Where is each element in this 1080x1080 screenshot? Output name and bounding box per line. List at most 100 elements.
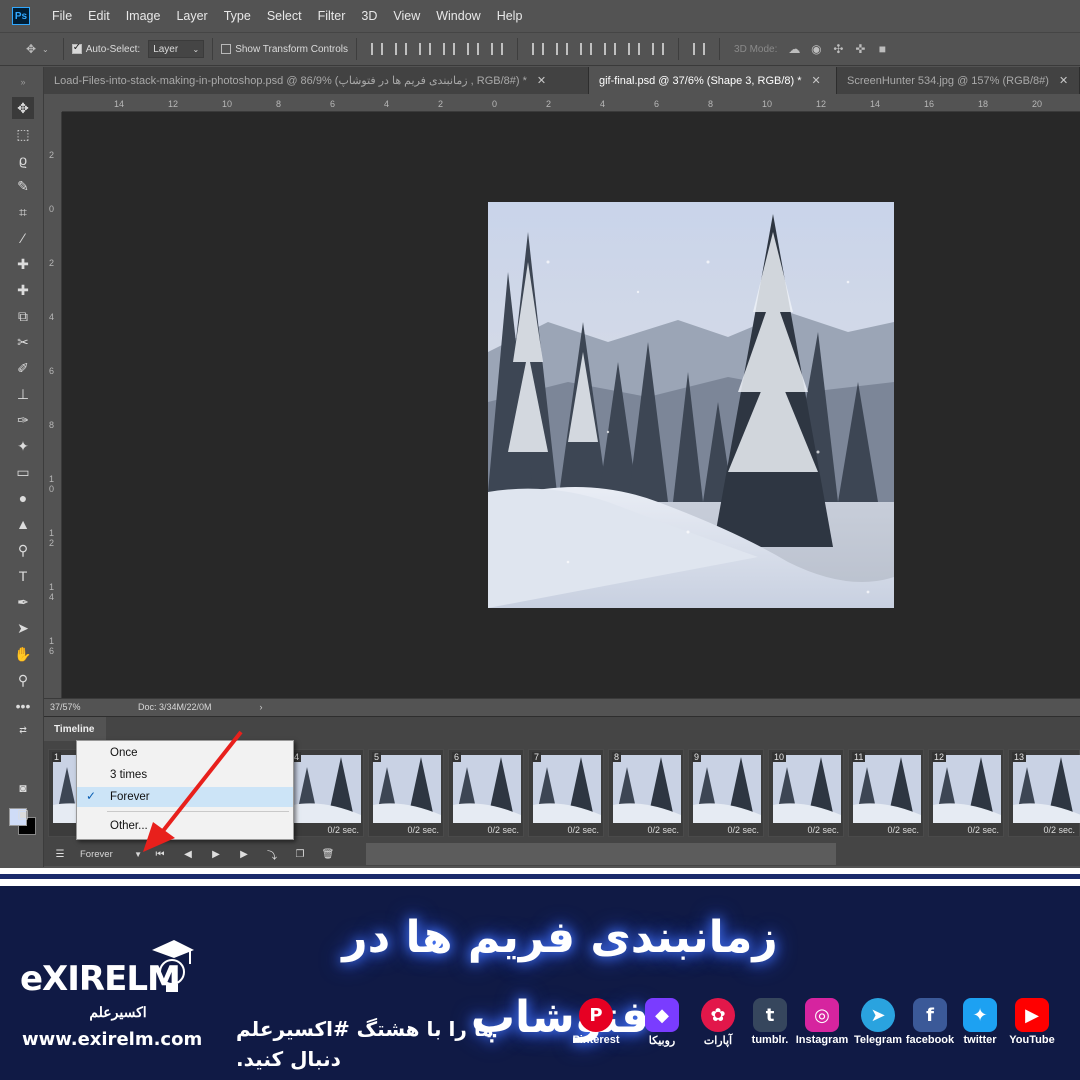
timeline-frame-6[interactable]: 6 0/2 sec. (448, 749, 524, 837)
timeline-tab[interactable]: Timeline (44, 717, 106, 741)
close-icon[interactable]: ✕ (812, 74, 821, 87)
3d-scale-icon[interactable]: ■ (871, 38, 893, 60)
hand-tool-icon[interactable]: ✋ (12, 643, 34, 665)
crop-tool-icon[interactable]: ⌗ (12, 201, 34, 223)
frame-delay[interactable]: 0/2 sec. (769, 825, 843, 835)
distribute-top-icon[interactable] (532, 43, 545, 55)
timeline-frame-12[interactable]: 12 0/2 sec. (928, 749, 1004, 837)
marquee-tool-icon[interactable]: ⬚ (12, 123, 34, 145)
show-transform-checkbox[interactable] (221, 44, 232, 54)
timeline-frame-8[interactable]: 8 0/2 sec. (608, 749, 684, 837)
type-tool-icon[interactable]: T (12, 565, 34, 587)
dodge-tool-icon[interactable]: ⚲ (12, 539, 34, 561)
social-instagram[interactable]: ◎ Instagram (792, 998, 852, 1046)
website-url[interactable]: www.exirelm.com (22, 1028, 202, 1052)
social-telegram[interactable]: ➤ Telegram (848, 998, 908, 1046)
menu-image[interactable]: Image (118, 9, 169, 23)
frame-delay[interactable]: 0/2 sec. (849, 825, 923, 835)
tab-load-files[interactable]: Load-Files-into-stack-making-in-photosho… (44, 67, 589, 94)
sharpen-tool-icon[interactable]: ▲ (12, 513, 34, 535)
menu-type[interactable]: Type (216, 9, 259, 23)
frame-delay[interactable]: 0/2 sec. (689, 825, 763, 835)
pen-tool-icon[interactable]: ✒ (12, 591, 34, 613)
frame-delay[interactable]: 0/2 sec. (449, 825, 523, 835)
quick-mask-icon[interactable]: ◙ (12, 777, 34, 799)
gradient-tool-icon[interactable]: ▭ (12, 461, 34, 483)
close-icon[interactable]: ✕ (1059, 74, 1068, 87)
quick-select-tool-icon[interactable]: ✎ (12, 175, 34, 197)
path-selection-tool-icon[interactable]: ➤ (12, 617, 34, 639)
status-menu-arrow[interactable]: › (260, 702, 263, 712)
timeline-frame-11[interactable]: 11 0/2 sec. (848, 749, 924, 837)
3d-roll-icon[interactable]: ◉ (805, 38, 827, 60)
align-vertical-center-icon[interactable] (395, 43, 408, 55)
timeline-scrollbar[interactable] (366, 843, 836, 865)
menu-select[interactable]: Select (259, 9, 310, 23)
frame-delay[interactable]: 0/2 sec. (369, 825, 443, 835)
lasso-tool-icon[interactable]: ϱ (12, 149, 34, 171)
swap-colors-icon[interactable]: ⇄ (12, 719, 34, 741)
timeline-frame-13[interactable]: 13 0/2 sec. (1008, 749, 1080, 837)
more-tools-icon[interactable]: ••• (12, 695, 34, 717)
close-icon[interactable]: ✕ (537, 74, 546, 87)
3d-orbit-icon[interactable]: ☁ (783, 38, 805, 60)
social-aparat[interactable]: ✿ آپارات (688, 998, 748, 1047)
zoom-level[interactable]: 37/57% (44, 702, 88, 712)
tween-icon[interactable]: ⤵ (258, 847, 286, 862)
frame-delay[interactable]: 0/2 sec. (929, 825, 1003, 835)
timeline-frame-9[interactable]: 9 0/2 sec. (688, 749, 764, 837)
eraser-tool-icon[interactable]: ✦ (12, 435, 34, 457)
frame-delay[interactable]: 0/2 sec. (529, 825, 603, 835)
auto-select-dropdown[interactable]: Layer ⌄ (148, 40, 205, 58)
screen-mode-icon[interactable]: ▣ (12, 803, 34, 825)
menu-filter[interactable]: Filter (310, 9, 354, 23)
eyedropper-tool-icon[interactable]: ⁄ (12, 227, 34, 249)
align-right-icon[interactable] (491, 43, 504, 55)
tab-gif-final[interactable]: gif-final.psd @ 37/6% (Shape 3, RGB/8) *… (589, 67, 837, 94)
menu-window[interactable]: Window (428, 9, 488, 23)
chevron-down-icon[interactable]: ⌄ (42, 45, 49, 54)
timeline-frame-5[interactable]: 5 0/2 sec. (368, 749, 444, 837)
frame-delay[interactable]: 0/2 sec. (1009, 825, 1079, 835)
convert-to-video-timeline-icon[interactable]: ☰ (50, 849, 70, 860)
canvas-image-snowy-forest[interactable] (488, 202, 894, 608)
frame-delay[interactable]: 0/2 sec. (289, 825, 363, 835)
distribute-right-icon[interactable] (652, 43, 665, 55)
align-bottom-icon[interactable] (419, 43, 432, 55)
tab-screenhunter[interactable]: ScreenHunter 534.jpg @ 157% (RGB/8#) ✕ (837, 67, 1080, 94)
timeline-frame-7[interactable]: 7 0/2 sec. (528, 749, 604, 837)
red-eye-tool-icon[interactable]: ✂ (12, 331, 34, 353)
distribute-left-icon[interactable] (604, 43, 617, 55)
social-pinterest[interactable]: P Pinterest (566, 998, 626, 1046)
distribute-center-icon[interactable] (556, 43, 569, 55)
distribute-bottom-icon[interactable] (580, 43, 593, 55)
timeline-frame-10[interactable]: 10 0/2 sec. (768, 749, 844, 837)
patch-tool-icon[interactable]: ✚ (12, 279, 34, 301)
blur-tool-icon[interactable]: ● (12, 487, 34, 509)
collapse-icon[interactable]: » (12, 71, 34, 93)
3d-slide-icon[interactable]: ✜ (849, 38, 871, 60)
social-youtube[interactable]: ▶ YouTube (1002, 998, 1062, 1046)
frame-delay[interactable]: 0/2 sec. (609, 825, 683, 835)
menu-layer[interactable]: Layer (168, 9, 215, 23)
duplicate-frame-icon[interactable]: ❐ (286, 849, 314, 860)
spot-healing-tool-icon[interactable]: ✚ (12, 253, 34, 275)
3d-pan-icon[interactable]: ✣ (827, 38, 849, 60)
zoom-tool-icon[interactable]: ⚲ (12, 669, 34, 691)
align-top-icon[interactable] (371, 43, 384, 55)
move-tool-preset-icon[interactable]: ✥ (20, 38, 42, 60)
distribute-hcenter-icon[interactable] (628, 43, 641, 55)
menu-edit[interactable]: Edit (80, 9, 118, 23)
history-brush-tool-icon[interactable]: ✑ (12, 409, 34, 431)
menu-file[interactable]: File (44, 9, 80, 23)
clone-stamp-tool-icon[interactable]: ⊥ (12, 383, 34, 405)
auto-align-icon[interactable] (693, 43, 706, 55)
social-rubika[interactable]: ◆ روبیکا (632, 998, 692, 1047)
menu-help[interactable]: Help (489, 9, 531, 23)
align-left-icon[interactable] (443, 43, 456, 55)
content-aware-move-tool-icon[interactable]: ⧉ (12, 305, 34, 327)
move-tool-icon[interactable]: ✥ (12, 97, 34, 119)
menu-view[interactable]: View (385, 9, 428, 23)
social-twitter[interactable]: ✦ twitter (950, 998, 1010, 1046)
social-tumblr[interactable]: t tumblr. (740, 998, 800, 1046)
